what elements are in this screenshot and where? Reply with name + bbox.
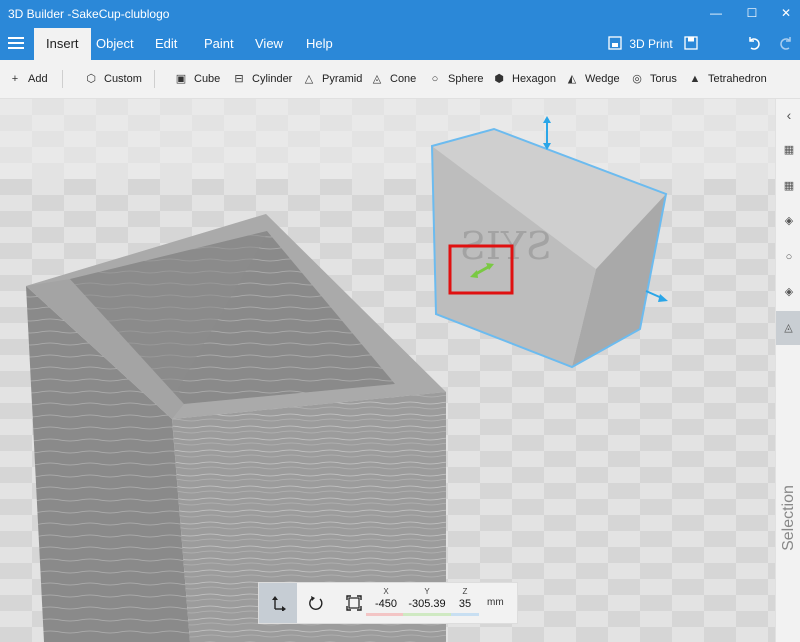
custom-label: Custom (104, 73, 142, 85)
cube-icon: ▣ (175, 73, 187, 85)
custom-shapes-icon: ⬡ (86, 73, 96, 85)
3d-print-button[interactable]: 3D Print (608, 28, 673, 60)
menu-bar: Insert Object Edit Paint View Help 3D Pr… (0, 28, 800, 60)
cube-button[interactable]: ▣ Cube (174, 60, 221, 98)
cone-label: Cone (390, 73, 417, 85)
3d-print-label: 3D Print (629, 37, 673, 51)
redo-icon (780, 37, 791, 50)
tab-object[interactable]: Object (84, 28, 146, 60)
3d-viewport[interactable]: SYIS (0, 99, 775, 642)
custom-button[interactable]: ⬡ Custom (84, 60, 142, 98)
z-value[interactable]: 35 (451, 598, 479, 610)
mesh-object-icon[interactable]: ◈ (782, 285, 796, 299)
transform-toolbar: X -450 Y -305.39 Z 35 mm (258, 582, 518, 624)
group-icon[interactable]: ◈ (782, 214, 796, 228)
save-icon (684, 36, 698, 50)
divider (62, 70, 63, 88)
torus-button[interactable]: ◎ Torus (630, 60, 677, 98)
hamburger-menu-icon[interactable] (6, 34, 26, 54)
cylinder-button[interactable]: ⊟ Cylinder (232, 60, 292, 98)
close-button[interactable]: ✕ (774, 2, 798, 24)
selected-object-icon[interactable]: ◬ (776, 311, 800, 345)
tab-paint[interactable]: Paint (192, 28, 246, 60)
window-title: 3D Builder -SakeCup-clublogo (8, 7, 170, 21)
x-label: X (383, 587, 389, 596)
torus-label: Torus (650, 73, 677, 85)
y-value[interactable]: -305.39 (403, 598, 451, 610)
hexagon-button[interactable]: ⬢ Hexagon (492, 60, 556, 98)
tab-insert[interactable]: Insert (34, 28, 91, 60)
wedge-button[interactable]: ◭ Wedge (565, 60, 620, 98)
minimize-button[interactable]: — (704, 2, 728, 24)
right-panel: ‹ ▦ ▦ ◈ ○ ◈ ◬ Selection (775, 99, 800, 642)
hexagon-icon: ⬢ (494, 73, 504, 85)
move-icon (272, 596, 286, 612)
z-coordinate[interactable]: Z 35 (451, 587, 479, 616)
cylinder-label: Cylinder (252, 73, 293, 85)
pyramid-icon: △ (304, 73, 314, 85)
sphere-button[interactable]: ○ Sphere (428, 60, 484, 98)
printer-icon (608, 36, 622, 50)
tetrahedron-button[interactable]: ▲ Tetrahedron (688, 60, 767, 98)
redo-button[interactable] (778, 28, 794, 60)
rotate-icon (309, 596, 323, 610)
undo-button[interactable] (746, 28, 762, 60)
wedge-icon: ◭ (567, 73, 577, 85)
plus-icon: + (11, 73, 19, 85)
cube-label: Cube (194, 73, 221, 85)
tab-edit[interactable]: Edit (143, 28, 189, 60)
wedge-label: Wedge (585, 73, 620, 85)
x-value[interactable]: -450 (366, 598, 406, 610)
insert-toolbar: + Add ⬡ Custom ▣ Cube ⊟ Cylinder △ Pyramid ◬ C… (0, 60, 800, 99)
tab-view[interactable]: View (243, 28, 295, 60)
undo-icon (749, 37, 760, 50)
pyramid-button[interactable]: △ Pyramid (302, 60, 363, 98)
torus-icon: ◎ (632, 73, 642, 85)
object-list-icon-2[interactable]: ▦ (782, 179, 796, 193)
tab-help[interactable]: Help (294, 28, 345, 60)
tetrahedron-icon: ▲ (689, 73, 701, 85)
unit-label[interactable]: mm (487, 597, 504, 608)
add-label: Add (28, 73, 48, 85)
z-label: Z (462, 587, 468, 596)
cone-button[interactable]: ◬ Cone (370, 60, 417, 98)
object-list-icon[interactable]: ▦ (782, 143, 796, 157)
sphere-label: Sphere (448, 73, 484, 85)
save-button[interactable] (684, 28, 698, 60)
sphere-icon: ○ (431, 73, 439, 85)
y-coordinate[interactable]: Y -305.39 (403, 587, 451, 616)
rotate-button[interactable] (297, 583, 335, 623)
sphere-object-icon[interactable]: ○ (782, 250, 796, 264)
hexagon-label: Hexagon (512, 73, 557, 85)
scene-svg: SYIS (0, 99, 775, 642)
cone-icon: ◬ (372, 73, 382, 85)
scale-icon (346, 595, 362, 611)
move-button[interactable] (259, 583, 297, 623)
y-label: Y (424, 587, 430, 596)
add-button[interactable]: + Add (8, 60, 48, 98)
tetrahedron-label: Tetrahedron (708, 73, 767, 85)
x-coordinate[interactable]: X -450 (366, 587, 406, 616)
selection-label: Selection (780, 485, 797, 551)
pyramid-label: Pyramid (322, 73, 363, 85)
divider (154, 70, 155, 88)
maximize-button[interactable]: ☐ (740, 2, 764, 24)
title-bar: 3D Builder -SakeCup-clublogo — ☐ ✕ (0, 0, 800, 28)
horizon-fade (0, 99, 775, 179)
collapse-panel-chevron-icon[interactable]: ‹ (782, 108, 796, 122)
cylinder-icon: ⊟ (234, 73, 244, 85)
